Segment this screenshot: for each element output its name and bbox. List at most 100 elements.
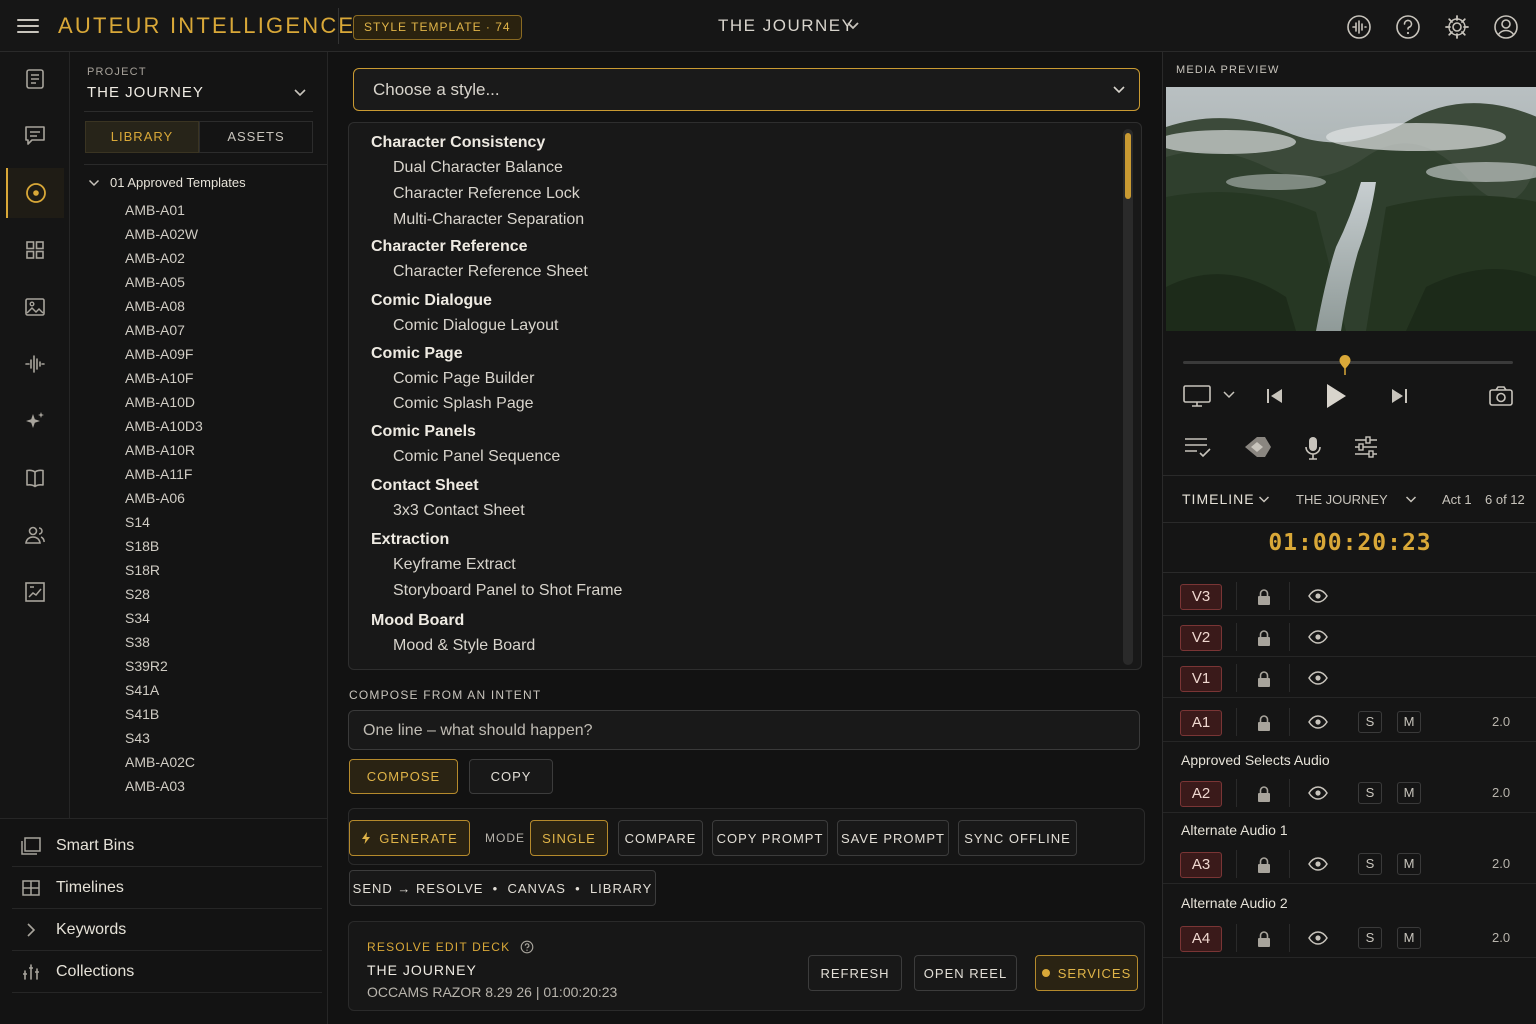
solo-button[interactable]: S: [1358, 853, 1382, 875]
track-badge[interactable]: V2: [1180, 625, 1222, 651]
style-option[interactable]: Comic Dialogue Layout: [393, 317, 558, 335]
list-item[interactable]: AMB-A11F: [125, 462, 203, 486]
list-item[interactable]: AMB-A08: [125, 294, 203, 318]
style-option[interactable]: Dual Character Balance: [393, 159, 563, 177]
list-item[interactable]: AMB-A10D: [125, 390, 203, 414]
style-option[interactable]: Comic Page Builder: [393, 370, 534, 388]
list-item[interactable]: AMB-A10F: [125, 366, 203, 390]
copy-button[interactable]: COPY: [469, 759, 553, 794]
track-badge[interactable]: V3: [1180, 584, 1222, 610]
gear-icon[interactable]: [1443, 13, 1471, 41]
scrollbar[interactable]: [1123, 129, 1133, 665]
lock-icon[interactable]: [1256, 930, 1272, 948]
eye-icon[interactable]: [1308, 715, 1328, 729]
style-option[interactable]: Comic Splash Page: [393, 395, 534, 413]
generate-button[interactable]: GENERATE: [349, 820, 470, 856]
mode-single-button[interactable]: SINGLE: [530, 820, 608, 856]
skip-forward-icon[interactable]: [1389, 382, 1411, 410]
send-to-resolve-button[interactable]: SEND → RESOLVE • CANVAS • LIBRARY: [349, 870, 656, 906]
list-item[interactable]: AMB-A05: [125, 270, 203, 294]
track-badge[interactable]: A3: [1180, 852, 1222, 878]
microphone-icon[interactable]: [1301, 435, 1325, 461]
track-badge[interactable]: A2: [1180, 781, 1222, 807]
eye-icon[interactable]: [1308, 786, 1328, 800]
image-icon[interactable]: [6, 282, 64, 332]
grid-icon[interactable]: [6, 225, 64, 275]
list-item[interactable]: S18B: [125, 534, 203, 558]
style-option[interactable]: Storyboard Panel to Shot Frame: [393, 582, 622, 600]
nav-keywords[interactable]: Keywords: [12, 909, 322, 951]
tab-assets[interactable]: ASSETS: [199, 121, 313, 153]
mode-compare-button[interactable]: COMPARE: [618, 820, 703, 856]
eye-icon[interactable]: [1308, 931, 1328, 945]
play-icon[interactable]: [1323, 380, 1349, 412]
track-badge[interactable]: A1: [1180, 710, 1222, 736]
intent-input[interactable]: One line – what should happen?: [348, 710, 1140, 750]
track-badge[interactable]: A4: [1180, 926, 1222, 952]
lock-icon[interactable]: [1256, 670, 1272, 688]
style-option[interactable]: Keyframe Extract: [393, 556, 516, 574]
help-icon[interactable]: [1394, 13, 1422, 41]
style-template-badge[interactable]: STYLE TEMPLATE · 74: [353, 15, 522, 40]
list-item[interactable]: S41B: [125, 702, 203, 726]
sliders-icon[interactable]: [1353, 435, 1379, 459]
eye-icon[interactable]: [1308, 857, 1328, 871]
list-item[interactable]: AMB-A02W: [125, 222, 203, 246]
lock-icon[interactable]: [1256, 714, 1272, 732]
copy-prompt-button[interactable]: COPY PROMPT: [712, 820, 828, 856]
lock-icon[interactable]: [1256, 629, 1272, 647]
lock-icon[interactable]: [1256, 588, 1272, 606]
refresh-button[interactable]: REFRESH: [808, 955, 902, 991]
lock-icon[interactable]: [1256, 785, 1272, 803]
folder-item[interactable]: 01 Approved Templates: [88, 175, 246, 190]
comment-icon[interactable]: [6, 110, 64, 160]
list-item[interactable]: S41A: [125, 678, 203, 702]
style-option[interactable]: Character Reference Sheet: [393, 263, 588, 281]
timeline-label[interactable]: TIMELINE: [1182, 491, 1255, 507]
scrollbar-thumb[interactable]: [1125, 133, 1131, 199]
skip-back-icon[interactable]: [1263, 382, 1285, 410]
nav-collections[interactable]: Collections: [12, 951, 322, 993]
list-item[interactable]: AMB-A02: [125, 246, 203, 270]
chevron-down-icon[interactable]: [293, 88, 307, 98]
eye-icon[interactable]: [1308, 589, 1328, 603]
list-item[interactable]: S43: [125, 726, 203, 750]
style-option[interactable]: Mood & Style Board: [393, 637, 535, 655]
mute-button[interactable]: M: [1397, 711, 1421, 733]
mute-button[interactable]: M: [1397, 853, 1421, 875]
list-item[interactable]: S18R: [125, 558, 203, 582]
style-select[interactable]: Choose a style...: [353, 68, 1140, 111]
list-item[interactable]: S28: [125, 582, 203, 606]
chevron-down-icon[interactable]: [1222, 390, 1236, 400]
solo-button[interactable]: S: [1358, 927, 1382, 949]
checklist-icon[interactable]: [1183, 435, 1213, 459]
open-reel-button[interactable]: OPEN REEL: [914, 955, 1017, 991]
list-item[interactable]: S38: [125, 630, 203, 654]
tab-library[interactable]: LIBRARY: [85, 121, 199, 153]
nav-timelines[interactable]: Timelines: [12, 867, 322, 909]
style-option[interactable]: Multi-Character Separation: [393, 211, 584, 229]
monitor-icon[interactable]: [1182, 382, 1212, 410]
track-badge[interactable]: V1: [1180, 666, 1222, 692]
user-account-icon[interactable]: [1492, 13, 1520, 41]
list-item[interactable]: AMB-A03: [125, 774, 203, 798]
list-item[interactable]: AMB-A10D3: [125, 414, 203, 438]
services-button[interactable]: SERVICES: [1035, 955, 1138, 991]
lock-icon[interactable]: [1256, 856, 1272, 874]
list-item[interactable]: AMB-A02C: [125, 750, 203, 774]
project-title[interactable]: THE JOURNEY: [718, 16, 854, 36]
style-option[interactable]: 3x3 Contact Sheet: [393, 502, 525, 520]
book-icon[interactable]: [6, 453, 64, 503]
sparkle-icon[interactable]: [6, 396, 64, 446]
eye-icon[interactable]: [1308, 671, 1328, 685]
list-item[interactable]: S34: [125, 606, 203, 630]
tag-icon[interactable]: [1243, 435, 1273, 459]
camera-icon[interactable]: [1488, 382, 1514, 410]
save-prompt-button[interactable]: SAVE PROMPT: [837, 820, 949, 856]
chart-icon[interactable]: [6, 567, 64, 617]
sync-offline-button[interactable]: SYNC OFFLINE: [958, 820, 1077, 856]
project-name[interactable]: THE JOURNEY: [87, 84, 204, 101]
style-option[interactable]: Character Reference Lock: [393, 185, 580, 203]
list-item[interactable]: AMB-A07: [125, 318, 203, 342]
eye-icon[interactable]: [1308, 630, 1328, 644]
